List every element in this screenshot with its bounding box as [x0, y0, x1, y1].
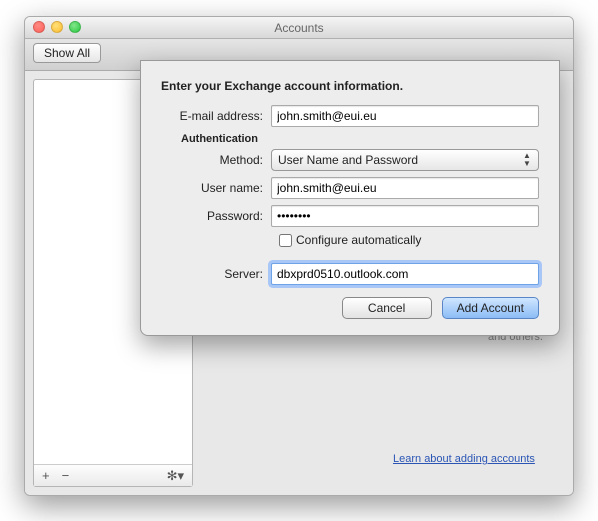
- titlebar: Accounts: [25, 17, 573, 39]
- email-field[interactable]: [271, 105, 539, 127]
- server-field[interactable]: [271, 263, 539, 285]
- gear-icon[interactable]: ✻▾: [163, 468, 188, 484]
- window-controls: [33, 21, 81, 33]
- remove-account-icon[interactable]: −: [58, 468, 74, 483]
- auth-section-label: Authentication: [181, 133, 539, 145]
- username-field[interactable]: [271, 177, 539, 199]
- zoom-icon[interactable]: [69, 21, 81, 33]
- configure-auto-label: Configure automatically: [296, 233, 421, 247]
- method-value: User Name and Password: [278, 153, 418, 167]
- configure-auto-checkbox[interactable]: [279, 234, 292, 247]
- method-label: Method:: [161, 153, 271, 167]
- window-title: Accounts: [274, 21, 323, 35]
- sidebar-footer: + − ✻▾: [34, 464, 192, 486]
- show-all-button[interactable]: Show All: [33, 43, 101, 63]
- learn-link[interactable]: Learn about adding accounts: [393, 453, 535, 465]
- server-label: Server:: [161, 267, 271, 281]
- exchange-setup-sheet: Enter your Exchange account information.…: [140, 60, 560, 336]
- cancel-button[interactable]: Cancel: [342, 297, 432, 319]
- add-account-icon[interactable]: +: [38, 468, 54, 483]
- password-label: Password:: [161, 209, 271, 223]
- chevron-updown-icon: ▲▼: [520, 152, 534, 168]
- minimize-icon[interactable]: [51, 21, 63, 33]
- close-icon[interactable]: [33, 21, 45, 33]
- password-field[interactable]: [271, 205, 539, 227]
- add-account-button[interactable]: Add Account: [442, 297, 539, 319]
- email-label: E-mail address:: [161, 109, 271, 123]
- username-label: User name:: [161, 181, 271, 195]
- method-select[interactable]: User Name and Password ▲▼: [271, 149, 539, 171]
- sheet-heading: Enter your Exchange account information.: [161, 79, 539, 93]
